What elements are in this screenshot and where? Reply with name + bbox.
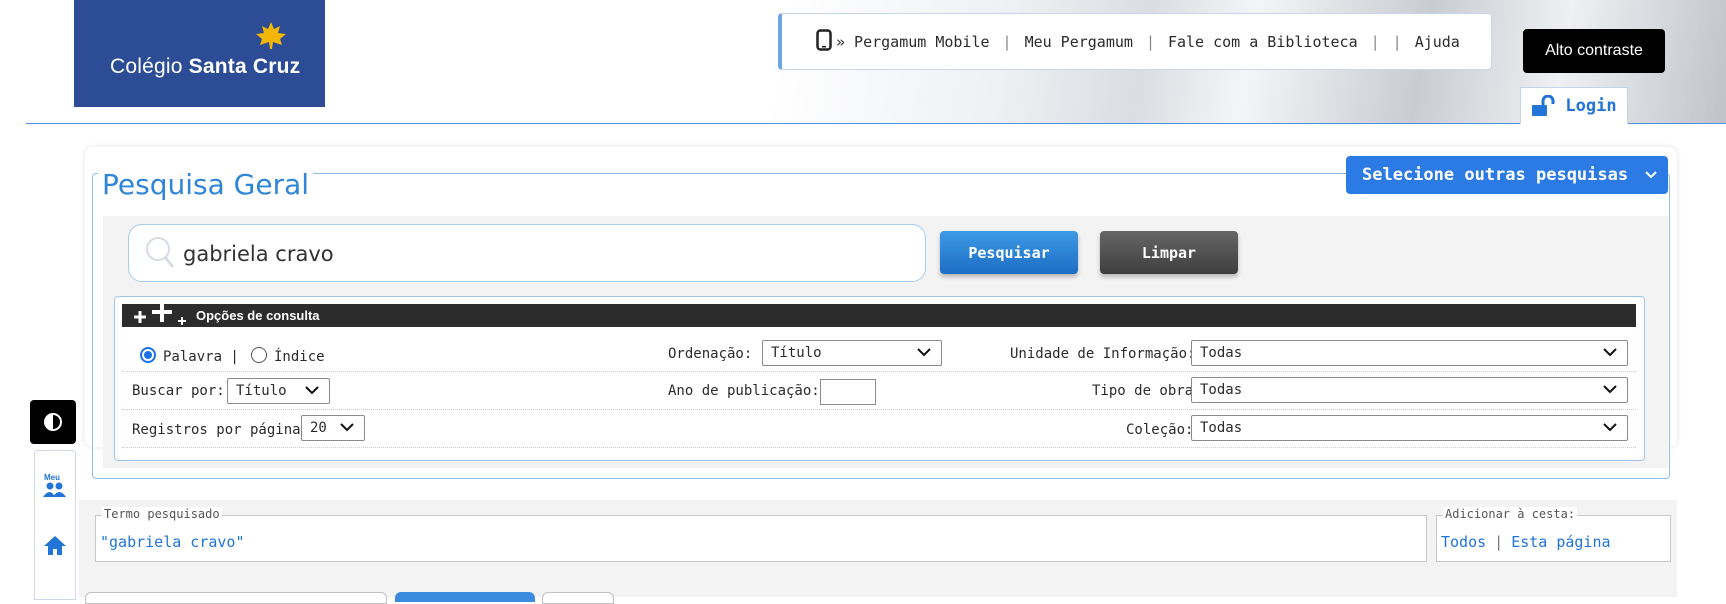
unidade-label: Unidade de Informação:: [1010, 346, 1196, 362]
registros-value: 20: [310, 420, 327, 436]
nav-separator: |: [1002, 32, 1012, 51]
search-term-box: Termo pesquisado: [95, 507, 1427, 562]
row-divider: [122, 409, 1636, 411]
ano-label: Ano de publicação:: [668, 383, 820, 399]
nav-separator: |: [1370, 32, 1380, 51]
other-searches-dropdown[interactable]: Selecione outras pesquisas: [1346, 156, 1668, 194]
chevron-down-icon: [1603, 348, 1617, 357]
side-meu-label: Meu: [44, 473, 60, 482]
search-term-value[interactable]: "gabriela cravo": [100, 533, 245, 551]
page-title: Pesquisa Geral: [98, 168, 314, 201]
registros-select[interactable]: 20: [301, 415, 365, 441]
nav-separator: |: [1145, 32, 1155, 51]
login-label: Login: [1565, 96, 1617, 116]
row-divider: [122, 371, 1636, 373]
results-tab[interactable]: [85, 592, 387, 604]
logo-text: Colégio Santa Cruz: [110, 55, 300, 79]
other-searches-label: Selecione outras pesquisas: [1362, 165, 1629, 185]
ordenacao-select[interactable]: Título: [762, 340, 942, 366]
search-box: [128, 224, 926, 282]
colecao-select[interactable]: Todas: [1191, 415, 1628, 441]
meu-pergamum-side-icon[interactable]: Meu: [42, 473, 70, 499]
radio-palavra-label: Palavra |: [163, 349, 239, 365]
basket-add-page-link[interactable]: Esta página: [1511, 533, 1610, 551]
chevron-down-icon: [1645, 171, 1657, 179]
tipo-obra-label: Tipo de obra:: [1092, 383, 1202, 399]
radio-indice[interactable]: [251, 347, 267, 363]
people-icon: [43, 482, 66, 497]
unidade-value: Todas: [1200, 345, 1243, 361]
header-divider: [26, 123, 1726, 124]
nav-meu-pergamum[interactable]: Meu Pergamum: [1025, 33, 1133, 51]
chevron-down-icon: [305, 386, 319, 395]
unidade-select[interactable]: Todas: [1191, 340, 1628, 366]
tipo-obra-value: Todas: [1200, 382, 1243, 398]
ordenacao-value: Título: [771, 345, 822, 361]
search-button[interactable]: Pesquisar: [940, 231, 1078, 274]
ano-publicacao-input[interactable]: [820, 379, 876, 405]
buscar-por-select[interactable]: Título: [227, 378, 330, 404]
results-tab-active[interactable]: [395, 592, 535, 602]
nav-ajuda[interactable]: Ajuda: [1415, 33, 1460, 51]
logo-text-light: Colégio: [110, 55, 189, 78]
school-logo[interactable]: Colégio Santa Cruz: [74, 0, 325, 107]
search-term-legend: Termo pesquisado: [102, 507, 222, 521]
unlock-icon: [1532, 95, 1555, 116]
chevron-down-icon: [340, 423, 354, 432]
ordenacao-label: Ordenação:: [668, 346, 753, 362]
contrast-toggle-button[interactable]: [30, 400, 76, 444]
nav-pergamum-mobile[interactable]: » Pergamum Mobile: [836, 33, 990, 51]
plus-icon: [134, 304, 186, 325]
search-icon: [146, 237, 175, 268]
clear-button[interactable]: Limpar: [1100, 231, 1238, 274]
high-contrast-button[interactable]: Alto contraste: [1523, 29, 1665, 73]
maple-leaf-icon: [256, 22, 286, 49]
basket-add-all-link[interactable]: Todos: [1441, 533, 1486, 551]
search-input[interactable]: [181, 239, 885, 269]
registros-label: Registros por página:: [132, 422, 310, 438]
tipo-obra-select[interactable]: Todas: [1191, 377, 1628, 403]
nav-separator-extra: |: [1392, 32, 1402, 51]
colecao-value: Todas: [1200, 420, 1243, 436]
login-button[interactable]: Login: [1520, 87, 1628, 124]
query-options-header[interactable]: Opções de consulta: [122, 304, 1636, 327]
chevron-down-icon: [1603, 385, 1617, 394]
results-tab[interactable]: [542, 592, 614, 604]
colecao-label: Coleção:: [1126, 422, 1194, 438]
radio-indice-label: Índice: [274, 349, 325, 365]
nav-fale-biblioteca[interactable]: Fale com a Biblioteca: [1168, 33, 1358, 51]
chevron-down-icon: [1603, 423, 1617, 432]
top-navigation: » Pergamum Mobile | Meu Pergamum | Fale …: [778, 13, 1492, 70]
basket-separator: |: [1494, 533, 1504, 551]
home-icon[interactable]: [43, 534, 67, 556]
chevron-down-icon: [917, 348, 931, 357]
basket-links: Todos | Esta página: [1441, 533, 1611, 551]
add-to-basket-legend: Adicionar à cesta:: [1443, 507, 1578, 521]
logo-text-bold: Santa Cruz: [188, 55, 301, 78]
side-toolbar: Meu: [34, 450, 76, 600]
mobile-phone-icon: [816, 29, 832, 51]
query-options-label: Opções de consulta: [196, 308, 320, 323]
contrast-icon: [44, 413, 62, 431]
radio-palavra[interactable]: [140, 347, 156, 363]
buscar-por-value: Título: [236, 383, 287, 399]
row-divider: [122, 447, 1636, 449]
buscar-por-label: Buscar por:: [132, 383, 225, 399]
